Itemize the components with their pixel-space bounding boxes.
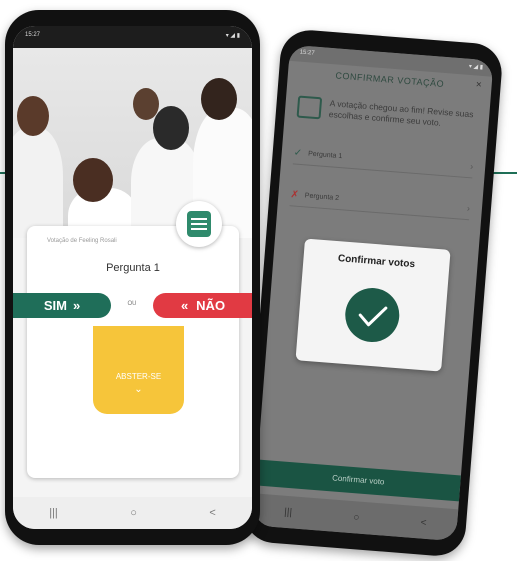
- nav-bar: ||| ○ <: [13, 497, 252, 529]
- back-button[interactable]: <: [420, 517, 427, 528]
- list-icon: [187, 211, 211, 237]
- question-label: Pergunta 1: [307, 149, 343, 160]
- or-separator: OU: [127, 301, 137, 307]
- question-row[interactable]: ✓ Pergunta 1 ›: [292, 141, 475, 179]
- chevron-down-icon: ⌄: [134, 384, 143, 395]
- yes-label: SIM: [43, 298, 67, 313]
- ballot-icon: [296, 95, 323, 120]
- chevron-right-icon: ›: [466, 203, 471, 214]
- status-time: 15:27: [299, 49, 315, 57]
- close-icon[interactable]: ×: [475, 79, 482, 90]
- confirm-votes-dialog: Confirmar votos: [295, 238, 451, 372]
- menu-button[interactable]: [176, 201, 222, 247]
- question-title: Pergunta 1: [106, 262, 160, 274]
- dialog-title: Confirmar votos: [337, 253, 416, 271]
- double-chevron-right-icon: »: [72, 298, 81, 313]
- question-row[interactable]: ✗ Pergunta 2 ›: [289, 183, 471, 221]
- abstain-button[interactable]: ABSTER-SE ⌄: [93, 326, 184, 414]
- front-phone: 15:27 ▾ ◢ ▮ Votação de Feeling Rosali Pe…: [5, 10, 260, 545]
- home-button[interactable]: ○: [130, 507, 137, 519]
- info-message: A votação chegou ao fim! Revise suas esc…: [296, 95, 478, 132]
- no-button[interactable]: « NÃO: [153, 293, 252, 318]
- chevron-right-icon: ›: [469, 161, 474, 172]
- recent-apps-button[interactable]: |||: [49, 507, 58, 519]
- home-button[interactable]: ○: [353, 512, 360, 523]
- cross-icon: ✗: [290, 188, 300, 201]
- question-label: Pergunta 2: [304, 191, 340, 202]
- back-phone-screen: 15:27 ▾ ◢ ▮ CONFIRMAR VOTAÇÃO × A votaçã…: [252, 44, 494, 542]
- status-time: 15:27: [25, 32, 41, 38]
- back-phone: 15:27 ▾ ◢ ▮ CONFIRMAR VOTAÇÃO × A votaçã…: [242, 28, 504, 558]
- check-icon: ✓: [293, 146, 303, 159]
- card-title: Votação de Feeling Rosali: [47, 238, 117, 244]
- success-check-icon: [343, 285, 402, 345]
- no-label: NÃO: [196, 298, 226, 313]
- double-chevron-left-icon: «: [180, 298, 189, 313]
- front-phone-screen: 15:27 ▾ ◢ ▮ Votação de Feeling Rosali Pe…: [13, 26, 252, 529]
- abstain-label: ABSTER-SE: [115, 372, 162, 381]
- status-bar: 15:27 ▾ ◢ ▮: [13, 26, 252, 48]
- recent-apps-button[interactable]: |||: [284, 506, 293, 518]
- yes-button[interactable]: SIM »: [13, 293, 111, 318]
- back-button[interactable]: <: [209, 507, 215, 519]
- status-icons: ▾ ◢ ▮: [468, 63, 484, 71]
- status-icons: ▾ ◢ ▮: [225, 33, 240, 39]
- info-text: A votação chegou ao fim! Revise suas esc…: [328, 98, 474, 128]
